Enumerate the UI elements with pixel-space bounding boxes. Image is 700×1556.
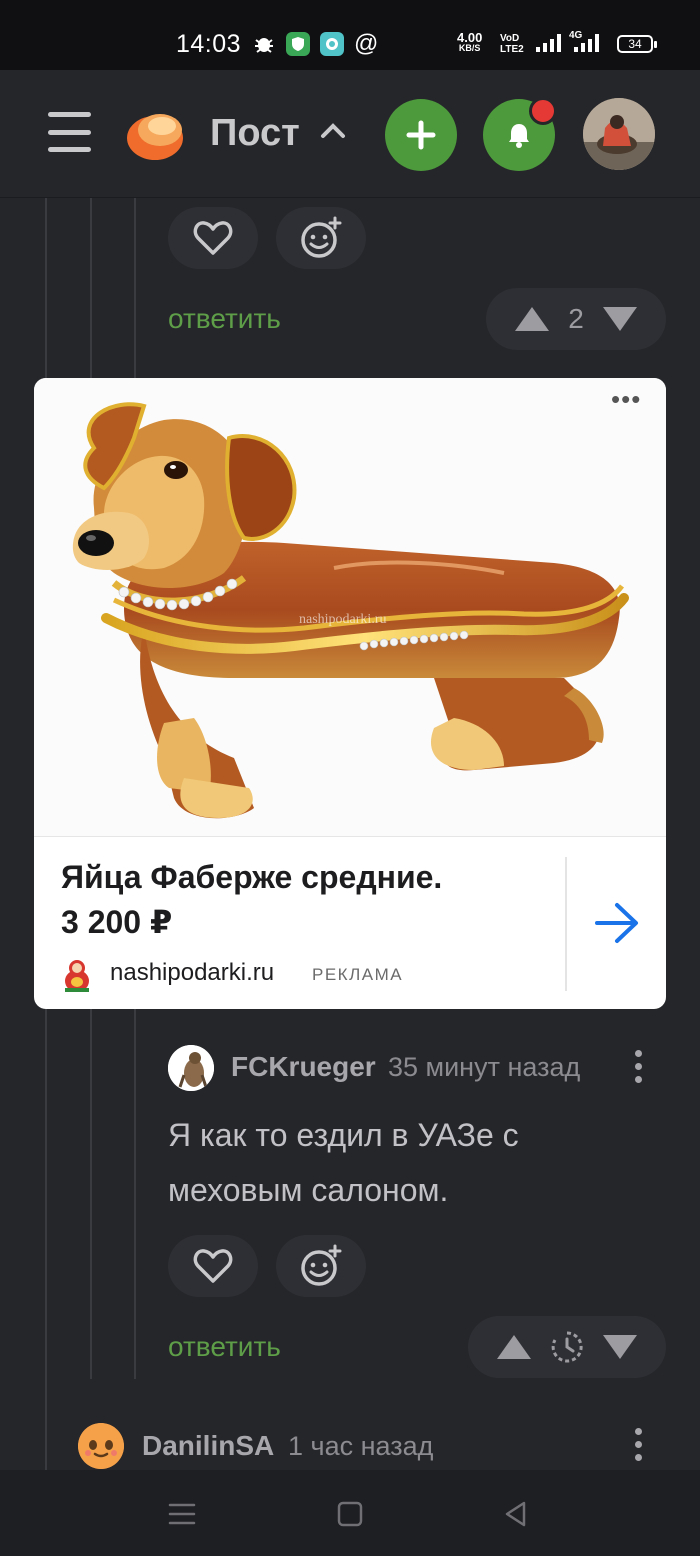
plus-icon [406,120,436,150]
vote-count: 2 [568,303,584,334]
downvote-icon[interactable] [600,304,640,334]
logo[interactable] [124,106,186,162]
smile-plus-icon [301,216,342,258]
thread-line [45,198,47,378]
add-reaction-button[interactable] [276,1235,366,1297]
downvote-icon[interactable] [600,1332,640,1362]
avatar[interactable] [168,1045,214,1091]
avatar[interactable] [78,1423,124,1469]
battery-icon: 34 [617,35,657,53]
notification-dot [529,97,557,125]
upvote-icon[interactable] [512,304,552,334]
arrow-right-icon[interactable] [593,901,641,945]
like-button[interactable] [168,1235,258,1297]
chevron-up-icon[interactable] [318,116,348,146]
network-speed: 4.00 KB/S [457,31,482,54]
ad-divider [565,857,567,991]
status-bar: 14:03 @ 4.00 KB/S VoD LTE2 4G 34 [0,0,700,70]
comment-username[interactable]: FCKrueger [231,1051,376,1083]
thread-line [90,1009,92,1379]
bug-icon [252,32,276,56]
thread-line [45,1009,47,1470]
ad-label: РЕКЛАМА [312,965,404,984]
vote-box [468,1316,666,1378]
at-icon: @ [354,30,379,57]
comment-text: Я как то ездил в УАЗе с меховым салоном. [168,1117,519,1208]
heart-icon [193,221,233,255]
upvote-icon[interactable] [494,1332,534,1362]
clock-icon [551,1331,583,1363]
comment-username[interactable]: DanilinSA [142,1430,274,1462]
page-title[interactable]: Пост [210,112,300,155]
vote-box: 2 [486,288,666,350]
shield-icon [286,32,310,56]
status-time: 14:03 [176,30,242,58]
system-nav-bar [0,1470,700,1556]
avatar[interactable] [583,98,655,170]
thread-line [90,198,92,378]
add-reaction-button[interactable] [276,207,366,269]
ad-info[interactable]: Яйца Фаберже средние. 3 200 ₽ nashipodar… [34,836,666,1009]
smile-plus-icon [301,1244,342,1286]
ad-price: 3 200 ₽ [61,904,173,940]
signal-icon-2 [574,34,600,52]
thread-line [134,1009,136,1379]
volte-indicator: VoD LTE2 [500,33,524,55]
signal-icon [536,34,562,52]
more-options-icon[interactable] [635,1050,643,1083]
add-post-button[interactable] [385,99,457,171]
more-options-icon[interactable] [635,1428,643,1461]
ad-card[interactable]: nashipodarki.ru ••• Яйца Фаберже средние… [34,378,666,1009]
app-header: Пост [0,70,700,198]
matryoshka-icon [61,957,93,993]
network-speed-unit: KB/S [458,43,481,53]
home-icon[interactable] [332,1496,368,1532]
thread-line [134,198,136,378]
ad-image-watermark: nashipodarki.ru [299,612,386,627]
back-icon[interactable] [498,1496,534,1532]
comment-time: 1 час назад [288,1431,434,1461]
ad-image[interactable]: nashipodarki.ru [34,378,666,836]
reply-link[interactable]: ответить [168,303,281,335]
like-button[interactable] [168,207,258,269]
app-icon [320,32,344,56]
heart-icon [193,1249,233,1283]
ad-domain[interactable]: nashipodarki.ru [110,959,274,987]
ad-title[interactable]: Яйца Фаберже средние. [61,859,442,896]
bell-icon [509,124,529,148]
comment-time: 35 минут назад [388,1052,581,1082]
reply-link[interactable]: ответить [168,1331,281,1363]
menu-icon[interactable] [48,112,91,152]
ad-more-button[interactable]: ••• [611,386,641,412]
recent-apps-icon[interactable] [164,1496,200,1532]
